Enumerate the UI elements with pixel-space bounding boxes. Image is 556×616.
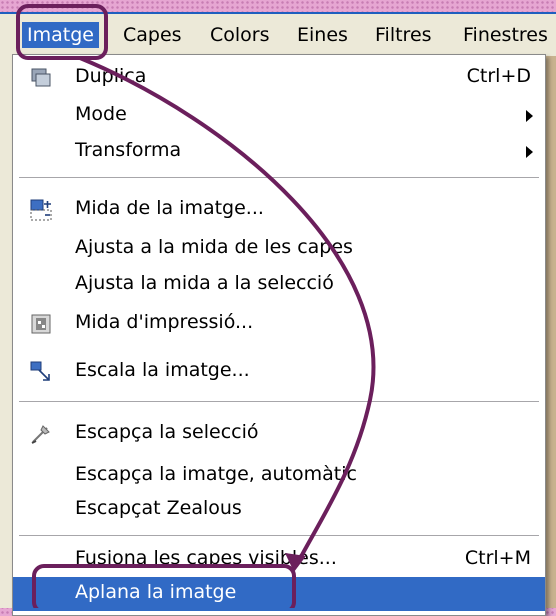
menu-finestres-label: Finestres xyxy=(463,24,548,46)
menu-item-label: Ajusta a la mida de les capes xyxy=(75,236,353,258)
menu-item-escapca-auto[interactable]: Escapça la imatge, automàtic xyxy=(13,459,545,493)
menu-capes-label: Capes xyxy=(123,24,182,46)
menu-item-transforma[interactable]: Transforma xyxy=(13,135,545,169)
menu-item-escapcat-zealous[interactable]: Escapçat Zealous xyxy=(13,493,545,527)
menu-item-escala[interactable]: Escala la imatge... xyxy=(13,355,545,389)
canvas-size-icon xyxy=(30,199,52,221)
menu-filtres-label: Filtres xyxy=(375,24,432,46)
menu-item-label: Ajusta la mida a la selecció xyxy=(75,272,334,294)
menu-colors[interactable]: Colors xyxy=(205,22,275,48)
menu-item-escapca-seleccio[interactable]: Escapça la selecció xyxy=(13,417,545,451)
menu-item-label: Mode xyxy=(75,103,127,125)
scale-icon xyxy=(30,361,50,381)
separator xyxy=(19,401,539,403)
menu-item-label: Escapçat Zealous xyxy=(75,497,242,519)
menu-eines[interactable]: Eines xyxy=(292,22,353,48)
menu-imatge-label: Imatge xyxy=(27,24,94,46)
menu-item-label: Escala la imatge... xyxy=(75,359,250,381)
menu-filtres[interactable]: Filtres xyxy=(370,22,437,48)
menu-item-aplana[interactable]: Aplana la imatge xyxy=(13,577,545,611)
menu-bar: Imatge Capes Colors Eines Filtres Finest… xyxy=(0,12,556,56)
menu-item-label: Transforma xyxy=(75,139,182,161)
menu-item-mida-imatge[interactable]: Mida de la imatge... xyxy=(13,193,545,227)
print-size-icon xyxy=(31,314,51,334)
menu-item-label: Duplica xyxy=(75,65,147,87)
crop-icon xyxy=(31,425,50,444)
separator xyxy=(19,177,539,179)
background-canvas-left xyxy=(0,54,12,608)
duplicate-icon xyxy=(31,68,51,87)
menu-finestres[interactable]: Finestres xyxy=(458,22,553,48)
menu-item-fusiona[interactable]: Fusiona les capes visibles... Ctrl+M xyxy=(13,543,545,577)
image-dropdown-menu: Duplica Ctrl+D Mode Transforma Mida de l… xyxy=(12,54,546,616)
menu-item-duplica[interactable]: Duplica Ctrl+D xyxy=(13,61,545,95)
menu-item-label: Fusiona les capes visibles... xyxy=(75,547,337,569)
menu-item-mida-impressio[interactable]: Mida d'impressió... xyxy=(13,307,545,341)
menu-item-label: Mida de la imatge... xyxy=(75,197,264,219)
separator xyxy=(19,535,539,537)
submenu-arrow-icon xyxy=(526,146,533,158)
menu-item-mode[interactable]: Mode xyxy=(13,99,545,133)
menu-item-label: Escapça la selecció xyxy=(75,421,259,443)
shortcut-label: Ctrl+D xyxy=(466,65,531,87)
menu-item-ajusta-capes[interactable]: Ajusta a la mida de les capes xyxy=(13,232,545,266)
shortcut-label: Ctrl+M xyxy=(464,547,531,569)
menu-item-label: Mida d'impressió... xyxy=(75,311,254,333)
menu-item-label: Aplana la imatge xyxy=(75,581,237,603)
menu-imatge[interactable]: Imatge xyxy=(22,22,99,48)
menu-capes[interactable]: Capes xyxy=(118,22,187,48)
menu-item-label: Escapça la imatge, automàtic xyxy=(75,463,357,485)
menu-item-ajusta-seleccio[interactable]: Ajusta la mida a la selecció xyxy=(13,268,545,302)
submenu-arrow-icon xyxy=(526,110,533,122)
menu-colors-label: Colors xyxy=(210,24,270,46)
menu-eines-label: Eines xyxy=(297,24,348,46)
